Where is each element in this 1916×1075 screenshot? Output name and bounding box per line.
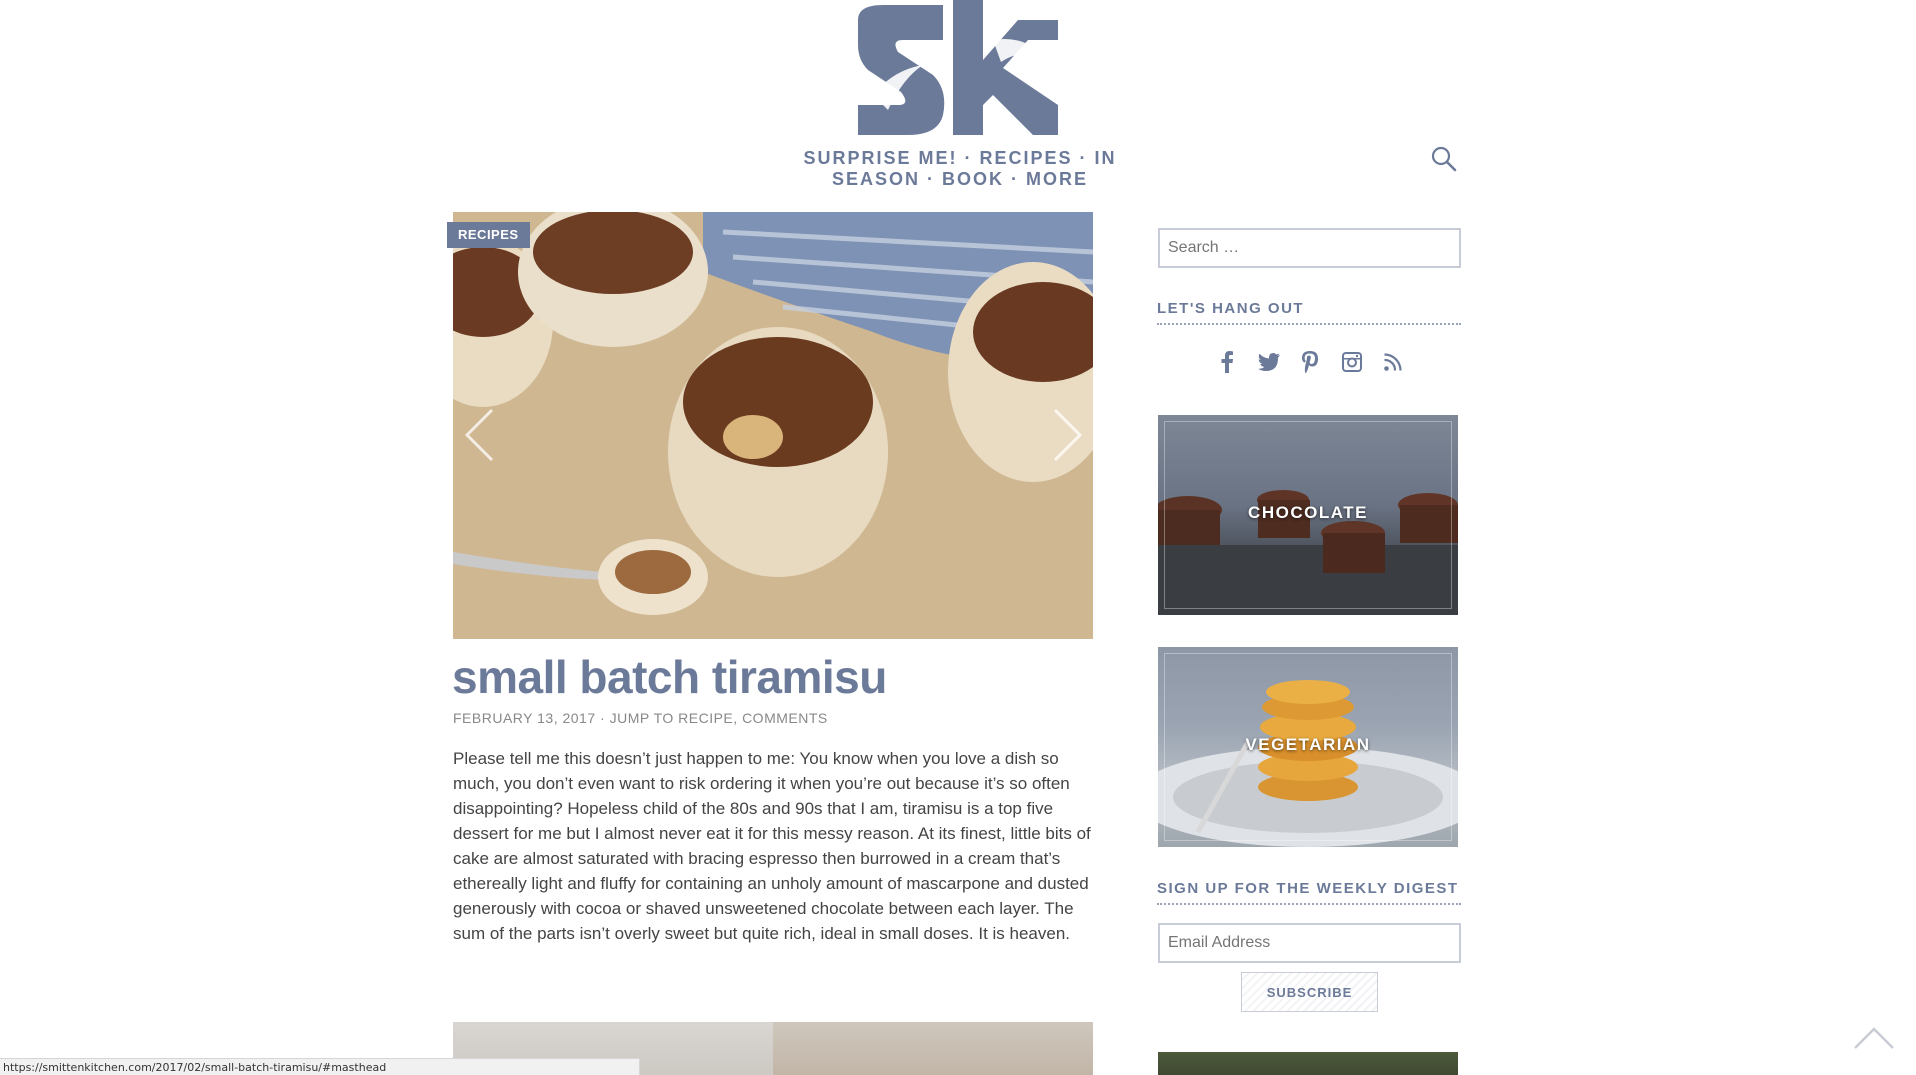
jump-to-recipe-link[interactable]: JUMP TO RECIPE: [610, 710, 734, 726]
pinterest-icon[interactable]: [1298, 350, 1322, 374]
post-title[interactable]: small batch tiramisu: [452, 650, 887, 704]
social-links: [1215, 350, 1405, 374]
carousel-next-icon[interactable]: [1045, 405, 1085, 465]
category-tile-chocolate[interactable]: CHOCOLATE: [1158, 415, 1458, 615]
rss-icon[interactable]: [1381, 350, 1405, 374]
category-badge[interactable]: RECIPES: [447, 222, 530, 248]
status-bar-url: https://smittenkitchen.com/2017/02/small…: [0, 1058, 640, 1075]
nav-surprise-me[interactable]: SURPRISE ME!: [803, 148, 957, 168]
subscribe-button[interactable]: SUBSCRIBE: [1241, 972, 1378, 1012]
instagram-icon[interactable]: [1340, 350, 1364, 374]
post-image: [773, 1022, 1093, 1075]
nav-separator: ·: [1011, 169, 1020, 189]
digest-heading: SIGN UP FOR THE WEEKLY DIGEST: [1157, 880, 1461, 905]
main-nav: SURPRISE ME! · RECIPES · IN SEASON · BOOK · MORE: [680, 148, 1240, 190]
comments-link[interactable]: COMMENTS: [742, 710, 828, 726]
post-hero-image[interactable]: [453, 212, 1093, 639]
category-label: VEGETARIAN: [1245, 735, 1371, 754]
site-logo[interactable]: [853, 0, 1058, 135]
carousel-prev-icon[interactable]: [462, 405, 502, 465]
post-excerpt: Please tell me this doesn’t just happen …: [453, 749, 1091, 943]
nav-more[interactable]: MORE: [1026, 169, 1088, 189]
email-field[interactable]: [1158, 923, 1461, 963]
facebook-icon[interactable]: [1215, 350, 1239, 374]
nav-separator: ·: [927, 169, 936, 189]
nav-recipes[interactable]: RECIPES: [980, 148, 1073, 168]
meta-separator: ·: [595, 710, 610, 726]
scroll-to-top-icon[interactable]: [1852, 1024, 1896, 1052]
category-tile-vegetarian[interactable]: VEGETARIAN: [1158, 647, 1458, 847]
search-icon[interactable]: [1430, 145, 1458, 173]
post-meta: FEBRUARY 13, 2017 · JUMP TO RECIPE, COMM…: [453, 710, 828, 726]
category-label: CHOCOLATE: [1248, 503, 1368, 522]
sidebar-search-input[interactable]: [1158, 228, 1461, 268]
twitter-icon[interactable]: [1257, 350, 1281, 374]
post-date: FEBRUARY 13, 2017: [453, 710, 596, 726]
nav-separator: ·: [964, 148, 973, 168]
hang-out-heading: LET'S HANG OUT: [1157, 300, 1461, 325]
nav-book[interactable]: BOOK: [942, 169, 1004, 189]
nav-separator: ·: [1079, 148, 1088, 168]
sidebar-image[interactable]: [1158, 1052, 1458, 1075]
